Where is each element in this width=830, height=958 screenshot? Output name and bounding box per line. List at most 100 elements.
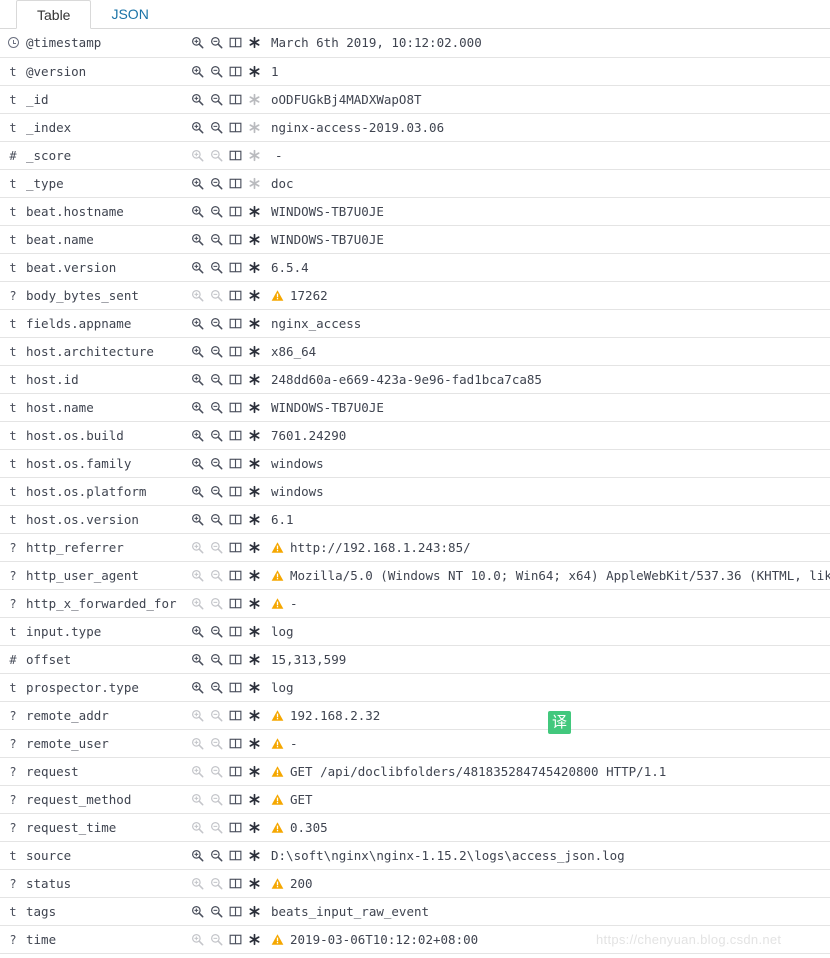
magnifier-minus-icon[interactable] xyxy=(210,373,223,386)
toggle-column-icon[interactable] xyxy=(229,849,242,862)
magnifier-plus-icon[interactable] xyxy=(191,625,204,638)
asterisk-icon[interactable] xyxy=(248,485,261,498)
magnifier-minus-icon[interactable] xyxy=(210,36,223,49)
toggle-column-icon[interactable] xyxy=(229,457,242,470)
toggle-column-icon[interactable] xyxy=(229,821,242,834)
asterisk-icon[interactable] xyxy=(248,653,261,666)
magnifier-plus-icon[interactable] xyxy=(191,93,204,106)
toggle-column-icon[interactable] xyxy=(229,233,242,246)
magnifier-minus-icon[interactable] xyxy=(210,681,223,694)
asterisk-icon[interactable] xyxy=(248,513,261,526)
magnifier-minus-icon[interactable] xyxy=(210,401,223,414)
magnifier-minus-icon[interactable] xyxy=(210,485,223,498)
asterisk-icon[interactable] xyxy=(248,625,261,638)
magnifier-minus-icon[interactable] xyxy=(210,121,223,134)
toggle-column-icon[interactable] xyxy=(229,177,242,190)
asterisk-icon[interactable] xyxy=(248,373,261,386)
magnifier-plus-icon[interactable] xyxy=(191,345,204,358)
magnifier-minus-icon[interactable] xyxy=(210,905,223,918)
asterisk-icon[interactable] xyxy=(248,289,261,302)
toggle-column-icon[interactable] xyxy=(229,877,242,890)
magnifier-plus-icon[interactable] xyxy=(191,513,204,526)
magnifier-minus-icon[interactable] xyxy=(210,65,223,78)
magnifier-plus-icon[interactable] xyxy=(191,485,204,498)
asterisk-icon[interactable] xyxy=(248,457,261,470)
toggle-column-icon[interactable] xyxy=(229,765,242,778)
magnifier-minus-icon[interactable] xyxy=(210,261,223,274)
asterisk-icon[interactable] xyxy=(248,36,261,49)
toggle-column-icon[interactable] xyxy=(229,373,242,386)
asterisk-icon[interactable] xyxy=(248,709,261,722)
magnifier-plus-icon[interactable] xyxy=(191,36,204,49)
magnifier-plus-icon[interactable] xyxy=(191,681,204,694)
toggle-column-icon[interactable] xyxy=(229,317,242,330)
magnifier-minus-icon[interactable] xyxy=(210,849,223,862)
magnifier-minus-icon[interactable] xyxy=(210,177,223,190)
asterisk-icon[interactable] xyxy=(248,849,261,862)
toggle-column-icon[interactable] xyxy=(229,205,242,218)
asterisk-icon[interactable] xyxy=(248,345,261,358)
asterisk-icon[interactable] xyxy=(248,765,261,778)
asterisk-icon[interactable] xyxy=(248,205,261,218)
toggle-column-icon[interactable] xyxy=(229,121,242,134)
toggle-column-icon[interactable] xyxy=(229,261,242,274)
asterisk-icon[interactable] xyxy=(248,65,261,78)
asterisk-icon[interactable] xyxy=(248,905,261,918)
asterisk-icon[interactable] xyxy=(248,541,261,554)
toggle-column-icon[interactable] xyxy=(229,653,242,666)
toggle-column-icon[interactable] xyxy=(229,737,242,750)
toggle-column-icon[interactable] xyxy=(229,429,242,442)
magnifier-minus-icon[interactable] xyxy=(210,317,223,330)
magnifier-minus-icon[interactable] xyxy=(210,513,223,526)
toggle-column-icon[interactable] xyxy=(229,541,242,554)
toggle-column-icon[interactable] xyxy=(229,793,242,806)
asterisk-icon[interactable] xyxy=(248,877,261,890)
magnifier-plus-icon[interactable] xyxy=(191,317,204,330)
tab-table[interactable]: Table xyxy=(16,0,92,29)
magnifier-plus-icon[interactable] xyxy=(191,65,204,78)
magnifier-plus-icon[interactable] xyxy=(191,457,204,470)
asterisk-icon[interactable] xyxy=(248,317,261,330)
toggle-column-icon[interactable] xyxy=(229,36,242,49)
toggle-column-icon[interactable] xyxy=(229,597,242,610)
asterisk-icon[interactable] xyxy=(248,821,261,834)
magnifier-plus-icon[interactable] xyxy=(191,233,204,246)
toggle-column-icon[interactable] xyxy=(229,625,242,638)
toggle-column-icon[interactable] xyxy=(229,681,242,694)
magnifier-plus-icon[interactable] xyxy=(191,653,204,666)
magnifier-minus-icon[interactable] xyxy=(210,653,223,666)
asterisk-icon[interactable] xyxy=(248,569,261,582)
magnifier-plus-icon[interactable] xyxy=(191,849,204,862)
magnifier-plus-icon[interactable] xyxy=(191,177,204,190)
translate-button[interactable]: 译 xyxy=(548,711,571,734)
toggle-column-icon[interactable] xyxy=(229,401,242,414)
magnifier-plus-icon[interactable] xyxy=(191,905,204,918)
magnifier-plus-icon[interactable] xyxy=(191,373,204,386)
toggle-column-icon[interactable] xyxy=(229,485,242,498)
magnifier-minus-icon[interactable] xyxy=(210,457,223,470)
magnifier-minus-icon[interactable] xyxy=(210,345,223,358)
asterisk-icon[interactable] xyxy=(248,597,261,610)
magnifier-plus-icon[interactable] xyxy=(191,429,204,442)
toggle-column-icon[interactable] xyxy=(229,513,242,526)
magnifier-plus-icon[interactable] xyxy=(191,205,204,218)
asterisk-icon[interactable] xyxy=(248,793,261,806)
toggle-column-icon[interactable] xyxy=(229,345,242,358)
asterisk-icon[interactable] xyxy=(248,233,261,246)
toggle-column-icon[interactable] xyxy=(229,93,242,106)
toggle-column-icon[interactable] xyxy=(229,289,242,302)
magnifier-minus-icon[interactable] xyxy=(210,429,223,442)
asterisk-icon[interactable] xyxy=(248,681,261,694)
magnifier-minus-icon[interactable] xyxy=(210,93,223,106)
asterisk-icon[interactable] xyxy=(248,429,261,442)
tab-json[interactable]: JSON xyxy=(91,0,168,28)
toggle-column-icon[interactable] xyxy=(229,65,242,78)
magnifier-plus-icon[interactable] xyxy=(191,401,204,414)
toggle-column-icon[interactable] xyxy=(229,569,242,582)
magnifier-minus-icon[interactable] xyxy=(210,233,223,246)
toggle-column-icon[interactable] xyxy=(229,709,242,722)
magnifier-plus-icon[interactable] xyxy=(191,121,204,134)
asterisk-icon[interactable] xyxy=(248,737,261,750)
magnifier-plus-icon[interactable] xyxy=(191,261,204,274)
toggle-column-icon[interactable] xyxy=(229,905,242,918)
